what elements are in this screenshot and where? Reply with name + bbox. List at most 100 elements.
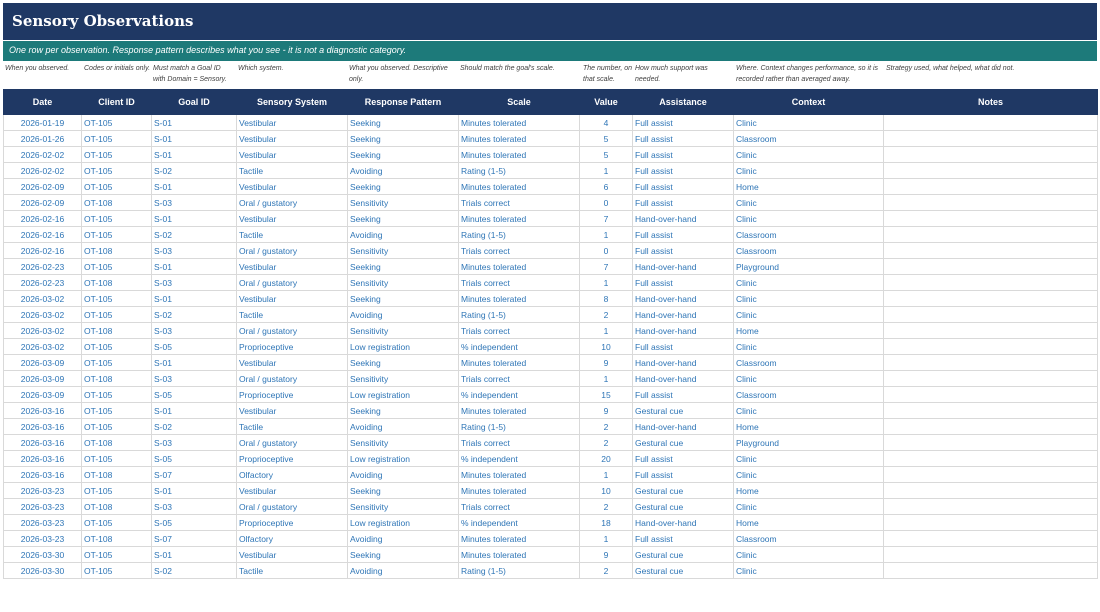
cell-client-id[interactable]: OT-105 xyxy=(81,130,152,147)
cell-scale[interactable]: Minutes tolerated xyxy=(458,290,580,307)
cell-scale[interactable]: % independent xyxy=(458,514,580,531)
cell-client-id[interactable]: OT-105 xyxy=(81,226,152,243)
cell-scale[interactable]: Minutes tolerated xyxy=(458,546,580,563)
cell-date[interactable]: 2026-03-23 xyxy=(3,482,82,499)
cell-context[interactable]: Playground xyxy=(733,258,884,275)
cell-notes[interactable] xyxy=(883,498,1098,515)
cell-client-id[interactable]: OT-105 xyxy=(81,210,152,227)
cell-scale[interactable]: Rating (1-5) xyxy=(458,226,580,243)
cell-scale[interactable]: % independent xyxy=(458,338,580,355)
cell-sensory-system[interactable]: Tactile xyxy=(236,162,348,179)
cell-client-id[interactable]: OT-108 xyxy=(81,242,152,259)
cell-client-id[interactable]: OT-105 xyxy=(81,418,152,435)
cell-sensory-system[interactable]: Vestibular xyxy=(236,130,348,147)
cell-context[interactable]: Classroom xyxy=(733,530,884,547)
cell-date[interactable]: 2026-02-16 xyxy=(3,210,82,227)
cell-goal-id[interactable]: S-01 xyxy=(151,114,237,131)
cell-goal-id[interactable]: S-07 xyxy=(151,530,237,547)
cell-goal-id[interactable]: S-01 xyxy=(151,258,237,275)
cell-scale[interactable]: Minutes tolerated xyxy=(458,402,580,419)
cell-client-id[interactable]: OT-105 xyxy=(81,114,152,131)
cell-goal-id[interactable]: S-03 xyxy=(151,242,237,259)
cell-assistance[interactable]: Full assist xyxy=(632,114,734,131)
cell-notes[interactable] xyxy=(883,242,1098,259)
cell-value[interactable]: 0 xyxy=(579,242,633,259)
cell-client-id[interactable]: OT-108 xyxy=(81,498,152,515)
cell-date[interactable]: 2026-03-23 xyxy=(3,498,82,515)
cell-response-pattern[interactable]: Sensitivity xyxy=(347,322,459,339)
cell-client-id[interactable]: OT-105 xyxy=(81,562,152,579)
cell-sensory-system[interactable]: Tactile xyxy=(236,418,348,435)
cell-scale[interactable]: % independent xyxy=(458,386,580,403)
cell-response-pattern[interactable]: Seeking xyxy=(347,258,459,275)
header-scale[interactable]: Scale xyxy=(458,89,580,115)
cell-response-pattern[interactable]: Seeking xyxy=(347,178,459,195)
cell-date[interactable]: 2026-03-30 xyxy=(3,562,82,579)
cell-client-id[interactable]: OT-108 xyxy=(81,274,152,291)
cell-goal-id[interactable]: S-02 xyxy=(151,226,237,243)
cell-scale[interactable]: Minutes tolerated xyxy=(458,130,580,147)
cell-scale[interactable]: Rating (1-5) xyxy=(458,306,580,323)
cell-date[interactable]: 2026-02-23 xyxy=(3,274,82,291)
cell-date[interactable]: 2026-03-02 xyxy=(3,322,82,339)
cell-response-pattern[interactable]: Low registration xyxy=(347,450,459,467)
cell-sensory-system[interactable]: Vestibular xyxy=(236,258,348,275)
cell-sensory-system[interactable]: Proprioceptive xyxy=(236,514,348,531)
cell-value[interactable]: 1 xyxy=(579,274,633,291)
cell-assistance[interactable]: Hand-over-hand xyxy=(632,354,734,371)
cell-client-id[interactable]: OT-105 xyxy=(81,290,152,307)
cell-response-pattern[interactable]: Seeking xyxy=(347,114,459,131)
cell-notes[interactable] xyxy=(883,194,1098,211)
cell-assistance[interactable]: Gestural cue xyxy=(632,498,734,515)
cell-context[interactable]: Home xyxy=(733,482,884,499)
cell-notes[interactable] xyxy=(883,434,1098,451)
cell-context[interactable]: Classroom xyxy=(733,226,884,243)
cell-sensory-system[interactable]: Oral / gustatory xyxy=(236,194,348,211)
cell-response-pattern[interactable]: Avoiding xyxy=(347,306,459,323)
cell-scale[interactable]: Minutes tolerated xyxy=(458,114,580,131)
cell-notes[interactable] xyxy=(883,258,1098,275)
cell-notes[interactable] xyxy=(883,418,1098,435)
cell-sensory-system[interactable]: Oral / gustatory xyxy=(236,434,348,451)
cell-response-pattern[interactable]: Sensitivity xyxy=(347,274,459,291)
cell-client-id[interactable]: OT-105 xyxy=(81,306,152,323)
cell-notes[interactable] xyxy=(883,114,1098,131)
cell-assistance[interactable]: Hand-over-hand xyxy=(632,306,734,323)
cell-value[interactable]: 10 xyxy=(579,338,633,355)
cell-goal-id[interactable]: S-01 xyxy=(151,354,237,371)
cell-goal-id[interactable]: S-02 xyxy=(151,562,237,579)
cell-assistance[interactable]: Full assist xyxy=(632,386,734,403)
header-response-pattern[interactable]: Response Pattern xyxy=(347,89,459,115)
cell-notes[interactable] xyxy=(883,210,1098,227)
cell-assistance[interactable]: Hand-over-hand xyxy=(632,210,734,227)
cell-response-pattern[interactable]: Low registration xyxy=(347,514,459,531)
cell-notes[interactable] xyxy=(883,274,1098,291)
cell-context[interactable]: Clinic xyxy=(733,562,884,579)
cell-context[interactable]: Clinic xyxy=(733,162,884,179)
cell-assistance[interactable]: Gestural cue xyxy=(632,482,734,499)
cell-sensory-system[interactable]: Vestibular xyxy=(236,146,348,163)
cell-client-id[interactable]: OT-108 xyxy=(81,322,152,339)
cell-sensory-system[interactable]: Vestibular xyxy=(236,178,348,195)
cell-date[interactable]: 2026-03-09 xyxy=(3,370,82,387)
cell-date[interactable]: 2026-01-19 xyxy=(3,114,82,131)
cell-context[interactable]: Clinic xyxy=(733,194,884,211)
cell-value[interactable]: 2 xyxy=(579,498,633,515)
cell-scale[interactable]: Minutes tolerated xyxy=(458,354,580,371)
cell-client-id[interactable]: OT-105 xyxy=(81,338,152,355)
cell-assistance[interactable]: Full assist xyxy=(632,338,734,355)
cell-context[interactable]: Home xyxy=(733,514,884,531)
cell-notes[interactable] xyxy=(883,450,1098,467)
cell-value[interactable]: 0 xyxy=(579,194,633,211)
cell-assistance[interactable]: Hand-over-hand xyxy=(632,290,734,307)
cell-client-id[interactable]: OT-105 xyxy=(81,178,152,195)
cell-date[interactable]: 2026-02-09 xyxy=(3,178,82,195)
cell-context[interactable]: Clinic xyxy=(733,210,884,227)
cell-response-pattern[interactable]: Seeking xyxy=(347,210,459,227)
cell-client-id[interactable]: OT-108 xyxy=(81,434,152,451)
cell-sensory-system[interactable]: Oral / gustatory xyxy=(236,322,348,339)
cell-goal-id[interactable]: S-03 xyxy=(151,274,237,291)
cell-notes[interactable] xyxy=(883,354,1098,371)
cell-sensory-system[interactable]: Vestibular xyxy=(236,210,348,227)
cell-date[interactable]: 2026-03-02 xyxy=(3,306,82,323)
